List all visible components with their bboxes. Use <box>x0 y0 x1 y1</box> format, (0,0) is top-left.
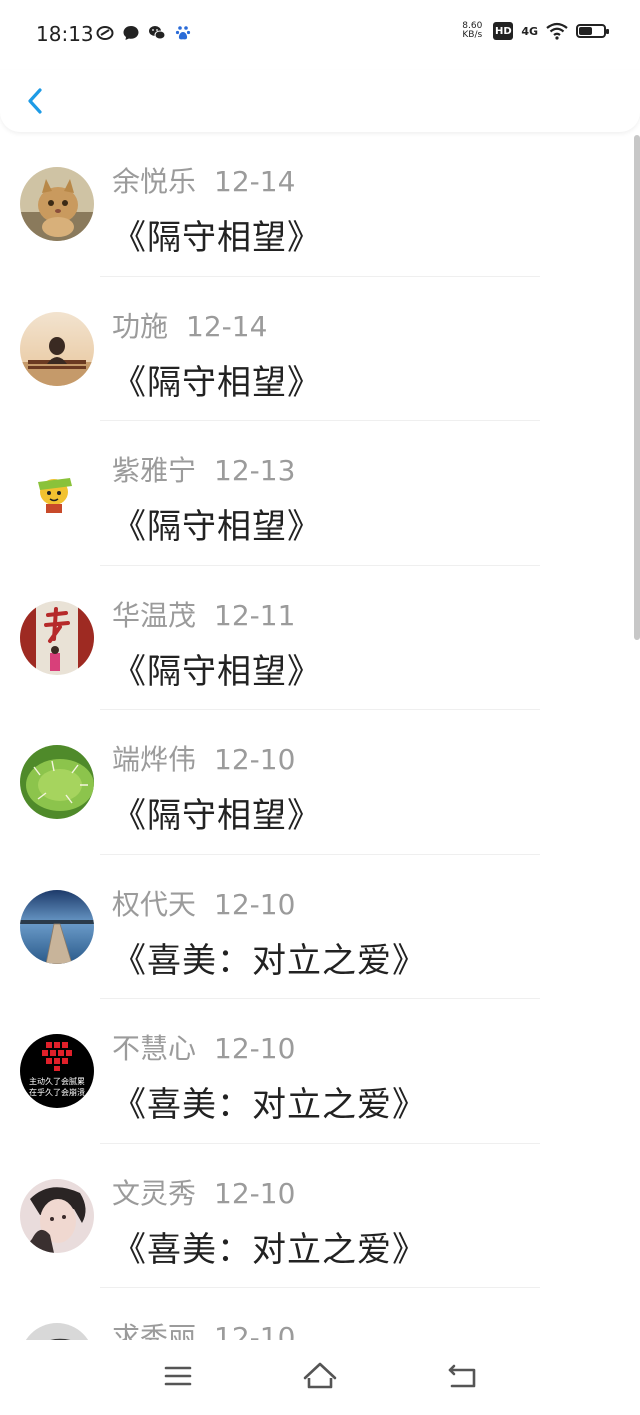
network-speed-unit: KB/s <box>462 30 483 40</box>
bw-photo-avatar[interactable] <box>20 1323 94 1340</box>
wifi-icon <box>546 22 568 40</box>
comment-date: 12-14 <box>214 165 296 198</box>
list-item[interactable]: 求秀丽 12-10 <box>0 1288 640 1340</box>
black-text-avatar[interactable]: 主动久了会腻累 在乎久了会崩溃 <box>20 1034 94 1108</box>
red-calligraphy-avatar[interactable] <box>20 600 94 675</box>
comment-date: 12-10 <box>214 1176 296 1210</box>
status-time: 18:13 <box>36 22 94 46</box>
battery-icon <box>576 24 609 38</box>
status-bar: 18:13 8.60 KB/s HD 4G <box>0 0 640 70</box>
system-navigation-bar <box>0 1340 640 1415</box>
user-name[interactable]: 华温茂 <box>112 599 196 632</box>
comment-meta: 文灵秀 12-10 <box>112 1172 295 1212</box>
user-name[interactable]: 紫雅宁 <box>112 454 196 487</box>
comment-meta: 紫雅宁 12-13 <box>112 449 295 489</box>
list-item[interactable]: 文灵秀 12-10 《喜美：对立之爱》 <box>0 1144 640 1288</box>
menu-icon[interactable] <box>158 1358 198 1394</box>
avatar-text-line-2: 在乎久了会崩溃 <box>29 1087 85 1097</box>
comment-meta: 不慧心 12-10 <box>112 1027 295 1067</box>
list-item[interactable]: 华温茂 12-11 《隔守相望》 <box>0 566 640 710</box>
cartoon-avatar[interactable] <box>20 456 94 530</box>
list-item[interactable]: 主动久了会腻累 在乎久了会崩溃 不慧心 12-10 《喜美：对立之爱》 <box>0 999 640 1144</box>
comment-date: 12-11 <box>214 598 296 632</box>
comment-meta: 端烨伟 12-10 <box>112 738 295 778</box>
comment-meta: 余悦乐 12-14 <box>112 160 295 200</box>
cactus-avatar[interactable] <box>20 745 94 819</box>
system-status-icons: 8.60 KB/s HD 4G <box>459 22 609 40</box>
user-name[interactable]: 文灵秀 <box>112 1177 196 1210</box>
comment-meta: 权代天 12-10 <box>112 883 295 923</box>
list-item[interactable]: 功施 12-14 《隔守相望》 <box>0 277 640 421</box>
item-title[interactable]: 《隔守相望》 <box>112 644 322 693</box>
cat-photo-avatar[interactable] <box>20 167 94 241</box>
app-notification-icon <box>96 26 114 40</box>
back-arrow-icon[interactable] <box>16 76 56 124</box>
network-speed: 8.60 KB/s <box>459 22 485 40</box>
item-title[interactable]: 《喜美：对立之爱》 <box>112 1077 427 1126</box>
list-item[interactable]: 紫雅宁 12-13 《隔守相望》 <box>0 421 640 566</box>
comment-meta: 华温茂 12-11 <box>112 594 295 634</box>
user-name[interactable]: 端烨伟 <box>112 743 196 776</box>
comment-date: 12-10 <box>214 1032 296 1065</box>
top-app-bar <box>0 70 640 132</box>
user-name[interactable]: 求秀丽 <box>112 1321 196 1340</box>
comment-meta: 功施 12-14 <box>112 305 267 345</box>
item-title[interactable]: 《隔守相望》 <box>112 788 322 837</box>
message-bubble-icon <box>123 26 139 40</box>
comment-date: 12-14 <box>186 309 268 343</box>
pier-lake-avatar[interactable] <box>20 889 94 964</box>
list-item[interactable]: 权代天 12-10 《喜美：对立之爱》 <box>0 855 640 999</box>
comment-date: 12-10 <box>214 743 296 776</box>
battery-level <box>579 27 592 35</box>
comment-list[interactable]: 余悦乐 12-14 《隔守相望》 功施 12-14 《隔守相望》 紫雅宁 12-… <box>0 132 640 1340</box>
cellular-4g-icon: 4G <box>521 24 538 38</box>
home-icon[interactable] <box>300 1358 340 1394</box>
comment-date: 12-13 <box>214 454 296 487</box>
comment-meta: 求秀丽 12-10 <box>112 1316 295 1340</box>
item-title[interactable]: 《喜美：对立之爱》 <box>112 1222 427 1271</box>
item-title[interactable]: 《隔守相望》 <box>112 355 322 404</box>
list-item[interactable]: 端烨伟 12-10 《隔守相望》 <box>0 710 640 855</box>
sunset-girl-avatar[interactable] <box>20 311 94 386</box>
back-icon[interactable] <box>442 1358 482 1394</box>
item-title[interactable]: 《隔守相望》 <box>112 210 322 259</box>
hd-badge: HD <box>493 22 514 40</box>
comment-date: 12-10 <box>214 1321 296 1340</box>
comment-date: 12-10 <box>214 887 296 921</box>
list-item[interactable]: 余悦乐 12-14 《隔守相望》 <box>0 132 640 277</box>
avatar-text-line-1: 主动久了会腻累 <box>29 1076 85 1086</box>
item-title[interactable]: 《隔守相望》 <box>112 499 322 548</box>
user-name[interactable]: 余悦乐 <box>112 165 196 198</box>
notification-icons <box>96 24 192 42</box>
wechat-icon <box>149 26 166 40</box>
baidu-paw-icon <box>175 26 191 40</box>
user-name[interactable]: 功施 <box>112 310 168 343</box>
user-name[interactable]: 不慧心 <box>112 1032 196 1065</box>
scrollbar[interactable] <box>634 135 640 640</box>
item-title[interactable]: 《喜美：对立之爱》 <box>112 933 427 982</box>
user-name[interactable]: 权代天 <box>112 888 196 921</box>
portrait-avatar[interactable] <box>20 1178 94 1253</box>
